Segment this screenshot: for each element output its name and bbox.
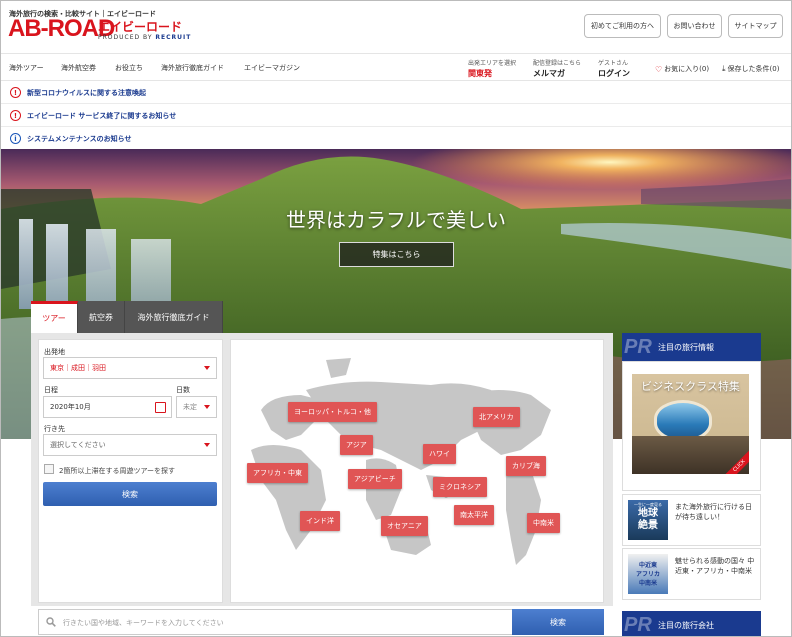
produced-by: PRODUCED BY RECRUIT	[98, 34, 191, 41]
side-item-text: 魅せられる感動の国々 中近東・アフリカ・中南米	[675, 557, 755, 575]
contact-button[interactable]: お問い合わせ	[667, 14, 722, 38]
alert-icon: !	[10, 87, 21, 98]
destination-select[interactable]: 選択してください	[43, 434, 217, 456]
keyword-input[interactable]: 行きたい国や地域、キーワードを入力してください	[63, 618, 224, 628]
scenery-thumb-line2: 絶景	[638, 520, 658, 531]
destination-label: 行き先	[44, 425, 65, 433]
login-value: ログイン	[598, 69, 630, 78]
nav-magazine[interactable]: エイビーマガジン	[244, 63, 300, 73]
produced-by-label: PRODUCED BY	[98, 34, 153, 41]
pr-label: PR	[624, 613, 652, 636]
search-tabs: ツアー 航空券 海外旅行徹底ガイド	[31, 301, 223, 333]
region-asia-beach[interactable]: アジアビーチ	[348, 469, 402, 489]
chevron-down-icon	[204, 366, 210, 370]
date-field[interactable]: 2020年10月	[43, 396, 172, 418]
search-icon	[46, 617, 56, 627]
date-value: 2020年10月	[50, 403, 91, 411]
days-label: 日数	[176, 386, 190, 394]
chevron-down-icon	[204, 405, 210, 409]
departure-area-selector[interactable]: 出発エリアを選択 関東発	[468, 58, 516, 79]
departure-value: 東京｜成田｜羽田	[50, 364, 106, 372]
side-item-text: また海外旅行に行ける日が待ち遠しい！	[675, 503, 752, 521]
multi-destination-label: 2箇所以上滞在する周遊ツアーを探す	[59, 467, 176, 475]
notice-text: 新型コロナウイルスに関する注意喚起	[27, 88, 146, 97]
side-item-regions[interactable]: 中近東 アフリカ 中南米 魅せられる感動の国々 中近東・アフリカ・中南米	[622, 548, 761, 600]
site-logo-kana[interactable]: エイビーロード	[98, 18, 182, 35]
tab-tours[interactable]: ツアー	[31, 301, 78, 333]
nav-tours[interactable]: 海外ツアー	[9, 63, 44, 73]
region-europe[interactable]: ヨーロッパ・トルコ・他	[288, 402, 377, 422]
first-time-button[interactable]: 初めてご利用の方へ	[584, 14, 661, 38]
guest-label: ゲストさん	[598, 60, 629, 67]
region-hawaii[interactable]: ハワイ	[423, 444, 456, 464]
departure-area-label: 出発エリアを選択	[468, 60, 517, 67]
region-caribbean[interactable]: カリブ海	[506, 456, 546, 476]
saved-conditions-label: 保存した条件(0)	[727, 65, 780, 73]
region-north-america[interactable]: 北アメリカ	[473, 407, 520, 427]
pr-header-travel-agency: PR 注目の旅行会社	[622, 611, 761, 636]
keyword-search-button[interactable]: 検索	[512, 609, 604, 635]
feature-button[interactable]: 特集はこちら	[339, 242, 454, 267]
global-nav: 海外ツアー 海外航空券 お役立ち 海外旅行徹底ガイド エイビーマガジン 出発エリ…	[1, 53, 791, 81]
tab-guide[interactable]: 海外旅行徹底ガイド	[125, 301, 223, 333]
business-class-banner[interactable]: ビジネスクラス特集 CLICK	[632, 374, 749, 474]
alert-icon: !	[10, 110, 21, 121]
saved-conditions-link[interactable]: ⤓ 保存した条件(0)	[722, 64, 779, 74]
region-micronesia[interactable]: ミクロネシア	[433, 477, 487, 497]
pr-title: 注目の旅行情報	[658, 342, 714, 352]
download-icon: ⤓	[722, 64, 726, 73]
days-value: 未定	[183, 403, 197, 411]
regions-thumbnail: 中近東 アフリカ 中南米	[628, 554, 668, 594]
destination-value: 選択してください	[50, 441, 106, 449]
newsletter-label: 配信登録はこちら	[533, 60, 582, 67]
hero-title: 世界はカラフルで美しい	[286, 208, 506, 232]
notice-maintenance[interactable]: i システムメンテナンスのお知らせ	[1, 128, 791, 150]
region-oceania[interactable]: オセアニア	[381, 516, 428, 536]
scenery-thumbnail: 一生に一度見る 地球 絶景	[628, 500, 668, 540]
regions-thumb-line1: 中近東	[638, 562, 657, 569]
region-south-pacific[interactable]: 南太平洋	[454, 505, 494, 525]
region-latin-america[interactable]: 中南米	[527, 513, 560, 533]
recruit-logo: RECRUIT	[155, 34, 192, 41]
region-asia[interactable]: アジア	[340, 435, 373, 455]
notice-text: システムメンテナンスのお知らせ	[27, 134, 132, 143]
departure-label: 出発地	[44, 348, 65, 356]
newsletter-value: メルマガ	[533, 69, 565, 78]
side-item-scenery[interactable]: 一生に一度見る 地球 絶景 また海外旅行に行ける日が待ち遠しい！	[622, 494, 761, 546]
regions-thumb-line2: アフリカ	[635, 571, 660, 578]
notice-text: エイビーロード サービス終了に関するお知らせ	[27, 111, 177, 120]
notice-service-end[interactable]: ! エイビーロード サービス終了に関するお知らせ	[1, 105, 791, 127]
multi-destination-checkbox[interactable]	[44, 464, 54, 474]
login-link[interactable]: ゲストさん ログイン	[598, 58, 630, 79]
info-icon: i	[10, 133, 21, 144]
pr-header-travel-info: PR 注目の旅行情報	[622, 333, 761, 361]
departure-area-value: 関東発	[468, 69, 492, 78]
scenery-thumb-line1: 地球	[638, 508, 658, 519]
heart-icon: ♡	[655, 64, 663, 74]
nav-flights[interactable]: 海外航空券	[61, 63, 96, 73]
calendar-icon	[155, 402, 166, 413]
banner-title: ビジネスクラス特集	[641, 380, 740, 393]
departure-select[interactable]: 東京｜成田｜羽田	[43, 357, 217, 379]
chevron-down-icon	[204, 443, 210, 447]
sitemap-button[interactable]: サイトマップ	[728, 14, 783, 38]
nav-tips[interactable]: お役立ち	[115, 63, 143, 73]
days-select[interactable]: 未定	[176, 396, 217, 418]
newsletter-link[interactable]: 配信登録はこちら メルマガ	[533, 58, 581, 79]
notice-covid[interactable]: ! 新型コロナウイルスに関する注意喚起	[1, 82, 791, 104]
nav-guide[interactable]: 海外旅行徹底ガイド	[161, 63, 224, 73]
region-indian-ocean[interactable]: インド洋	[300, 511, 340, 531]
scenery-thumb-caption: 一生に一度見る	[634, 502, 662, 507]
favorites-label: お気に入り(0)	[664, 65, 710, 73]
site-header: 海外旅行の検索・比較サイト｜エイビーロード AB-ROAD エイビーロード PR…	[1, 1, 791, 51]
browser-frame: 海外旅行の検索・比較サイト｜エイビーロード AB-ROAD エイビーロード PR…	[0, 0, 792, 637]
favorites-link[interactable]: ♡ お気に入り(0)	[655, 64, 709, 74]
tab-flights[interactable]: 航空券	[78, 301, 125, 333]
regions-thumb-line3: 中南米	[638, 580, 657, 587]
pr-label: PR	[624, 335, 652, 358]
region-africa-middle-east[interactable]: アフリカ・中東	[247, 463, 308, 483]
pr-title: 注目の旅行会社	[658, 620, 714, 630]
tour-search-button[interactable]: 検索	[43, 482, 217, 506]
date-label: 日程	[44, 386, 58, 394]
